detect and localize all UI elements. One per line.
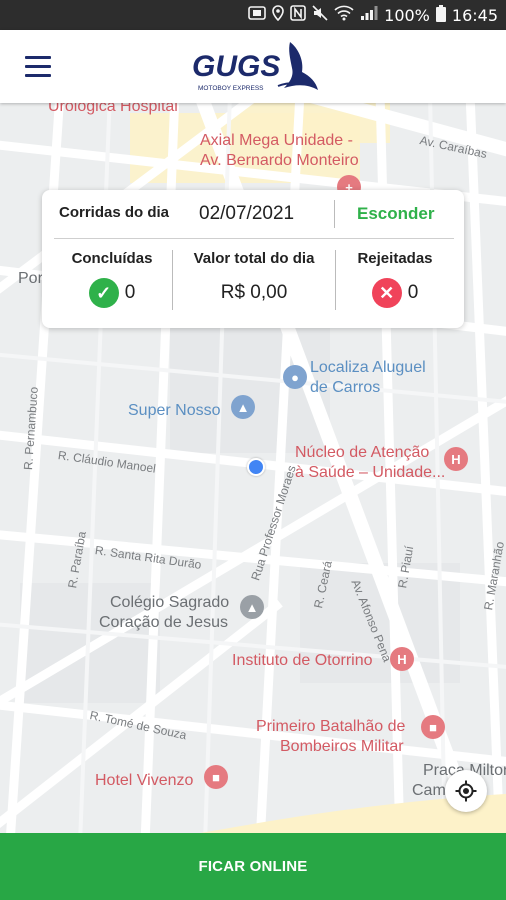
current-location-dot: [247, 458, 265, 476]
n-icon: [290, 5, 306, 25]
hotel-pin-icon[interactable]: ■: [204, 765, 228, 789]
poi-localiza-line2: de Carros: [310, 379, 381, 396]
total-value-wrap: R$ 0,00: [174, 278, 334, 308]
divider: [334, 200, 335, 228]
school-pin-icon[interactable]: ▲: [240, 595, 264, 619]
health-pin-icon[interactable]: H: [444, 447, 468, 471]
poi-nucleo-line1: Núcleo de Atenção: [295, 444, 430, 461]
poi-batalhao-line2: Bombeiros Militar: [280, 738, 404, 755]
battery-icon: [435, 4, 446, 26]
completed-column: Concluídas ✓ 0: [54, 238, 170, 328]
nfc-icon: [248, 5, 266, 25]
clock-time: 16:45: [451, 5, 498, 25]
completed-count: 0: [124, 282, 136, 303]
my-location-button[interactable]: [445, 770, 487, 812]
daily-summary-card: Corridas do dia 02/07/2021 Esconder Conc…: [42, 190, 464, 328]
status-icons: 100% 16:45: [248, 0, 498, 30]
location-icon: [272, 5, 284, 25]
logo-subtitle: MOTOBOY EXPRESS: [198, 85, 264, 92]
completed-label: Concluídas: [71, 250, 153, 267]
hamburger-menu-icon[interactable]: [22, 52, 56, 82]
poi-otorrino: Instituto de Otorrino: [232, 652, 373, 669]
poi-urologica: Urológica Hospital: [48, 103, 178, 115]
rejected-column: Rejeitadas ✕ 0: [337, 238, 453, 328]
go-online-button[interactable]: FICAR ONLINE: [0, 833, 506, 900]
battery-percent: 100%: [384, 5, 430, 25]
hide-button[interactable]: Esconder: [357, 204, 434, 224]
poi-super-nosso: Super Nosso: [128, 402, 221, 419]
poi-por: Por: [18, 270, 43, 287]
poi-colegio-line2: Coração de Jesus: [99, 614, 228, 631]
close-x-icon: ✕: [371, 278, 402, 308]
poi-localiza-line1: Localiza Aluguel: [310, 359, 426, 376]
status-bar: 100% 16:45: [0, 0, 506, 30]
poi-hotel-vivenzo: Hotel Vivenzo: [95, 772, 194, 789]
total-label: Valor total do dia: [193, 250, 315, 267]
wifi-icon: [334, 5, 354, 25]
total-value: R$ 0,00: [220, 282, 288, 303]
rejected-value: ✕ 0: [337, 278, 453, 308]
day-label: Corridas do dia: [59, 204, 170, 221]
poi-axial-line2: Av. Bernardo Monteiro: [200, 152, 359, 169]
divider: [172, 250, 173, 310]
rejected-label: Rejeitadas: [357, 250, 433, 267]
summary-header: Corridas do dia 02/07/2021 Esconder: [42, 190, 464, 238]
mute-icon: [312, 5, 328, 25]
date-value[interactable]: 02/07/2021: [199, 203, 294, 225]
divider: [335, 250, 336, 310]
shopping-cart-pin-icon[interactable]: ▲: [231, 395, 255, 419]
check-icon: ✓: [88, 278, 119, 308]
car-rental-pin-icon[interactable]: ●: [283, 365, 307, 389]
my-location-icon: [455, 780, 477, 802]
fire-station-pin-icon[interactable]: ■: [421, 715, 445, 739]
signal-icon: [360, 5, 378, 25]
logo-text: GUGS: [192, 50, 280, 83]
poi-axial-line1: Axial Mega Unidade -: [200, 132, 353, 149]
gugs-logo: GUGS MOTOBOY EXPRESS: [190, 38, 320, 96]
completed-value: ✓ 0: [54, 278, 170, 308]
rejected-count: 0: [407, 282, 419, 303]
poi-praca-line2: Cam: [412, 782, 446, 799]
total-column: Valor total do dia R$ 0,00: [174, 238, 334, 328]
app-bar: GUGS MOTOBOY EXPRESS: [0, 30, 506, 103]
poi-colegio-line1: Colégio Sagrado: [110, 594, 230, 611]
poi-batalhao-line1: Primeiro Batalhão de: [256, 718, 406, 735]
poi-nucleo-line2: à Saúde – Unidade...: [295, 464, 446, 481]
